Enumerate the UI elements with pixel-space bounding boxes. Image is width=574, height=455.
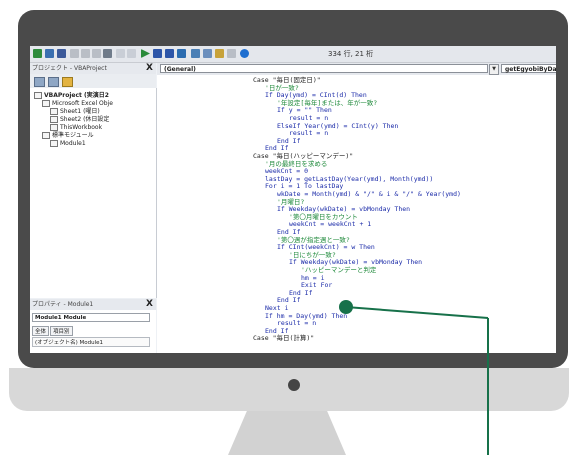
callout-pointer-icon (339, 300, 353, 314)
callout-line (345, 306, 489, 319)
callout-layer (345, 306, 489, 455)
